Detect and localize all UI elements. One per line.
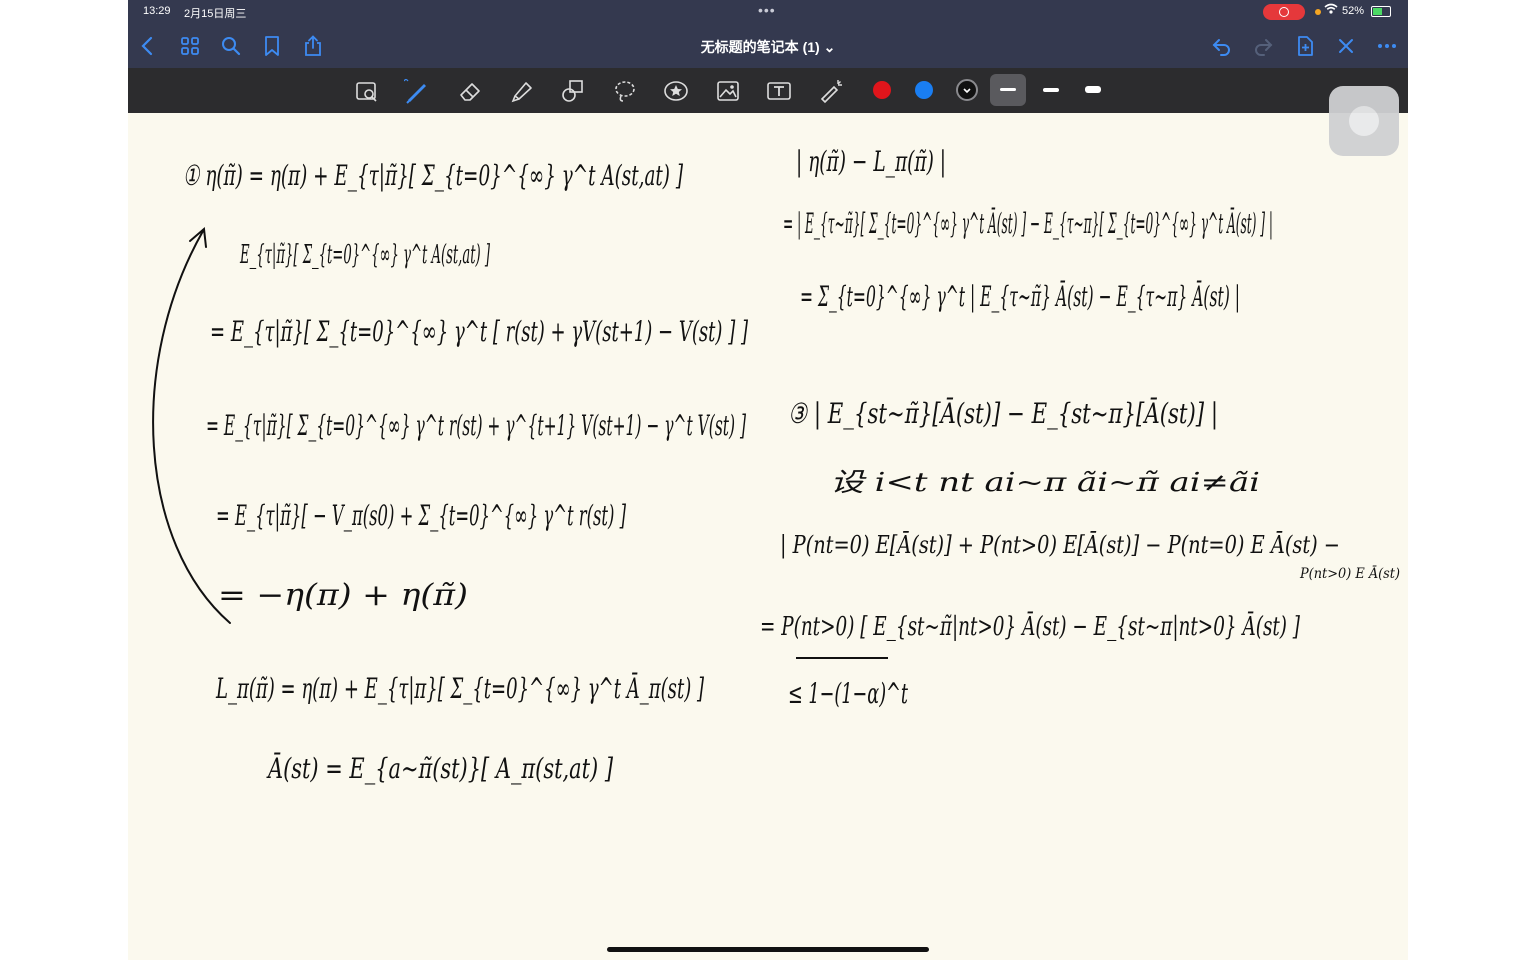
- redo-icon[interactable]: [1251, 34, 1275, 58]
- ipad-screen: 13:29 2月15日周三 ••• 52% 无标题的笔记本 (1) ⌄ ① η(…: [128, 0, 1408, 960]
- thin-stroke-option[interactable]: [990, 74, 1026, 106]
- eraser-icon[interactable]: [457, 78, 483, 104]
- status-date: 2月15日周三: [184, 8, 247, 20]
- note-line: | P(nt=0) E[Ā(st)] + P(nt>0) E[Ā(st)] − …: [780, 531, 1340, 560]
- note-line: ≤ 1−(1−α)^t: [788, 677, 908, 710]
- note-line: = Σ_{t=0}^{∞} γ^t | E_{τ~π̃} Ā(st) − E_{…: [800, 280, 1240, 313]
- drawing-toolbar: [128, 68, 1408, 113]
- lasso-icon[interactable]: [612, 78, 638, 104]
- handwriting-canvas[interactable]: ① η(π̃) = η(π) + E_{τ|π̃}[ Σ_{t=0}^{∞} γ…: [128, 113, 1408, 960]
- undo-icon[interactable]: [1210, 34, 1234, 58]
- add-page-icon[interactable]: [1293, 34, 1317, 58]
- note-line: = −η(π) + η(π̃): [218, 578, 468, 613]
- note-line: ① η(π̃) = η(π) + E_{τ|π̃}[ Σ_{t=0}^{∞} γ…: [183, 159, 683, 192]
- zoom-window-icon[interactable]: [354, 78, 380, 104]
- image-icon[interactable]: [715, 78, 741, 104]
- status-time: 13:29: [143, 5, 171, 17]
- shapes-icon[interactable]: [560, 78, 586, 104]
- assistive-touch-button[interactable]: [1329, 86, 1399, 156]
- battery-icon: [1371, 6, 1391, 17]
- battery-percent: 52%: [1342, 5, 1365, 17]
- mic-indicator-icon: [1315, 9, 1321, 15]
- status-bar: 13:29 2月15日周三 ••• 52%: [128, 0, 1408, 24]
- note-line: L_π(π̃) = η(π) + E_{τ|π}[ Σ_{t=0}^{∞} γ^…: [215, 672, 704, 705]
- sticker-icon[interactable]: [663, 78, 689, 104]
- note-line: = E_{τ|π̃}[ Σ_{t=0}^{∞} γ^t [ r(st) + γV…: [210, 315, 748, 348]
- text-box-icon[interactable]: [766, 78, 792, 104]
- thick-stroke-option[interactable]: [1075, 74, 1111, 106]
- note-line: E_{τ|π̃}[ Σ_{t=0}^{∞} γ^t A(st,at) ]: [239, 240, 490, 270]
- pen-tool-icon[interactable]: [403, 78, 430, 104]
- screen-recording-icon[interactable]: [1263, 4, 1305, 20]
- home-indicator[interactable]: [607, 947, 929, 952]
- note-line: | η(π̃) − L_π(π̃) |: [796, 145, 946, 178]
- right-notes: | η(π̃) − L_π(π̃) | = | E_{τ~π̃}[ Σ_{t=0…: [760, 145, 1400, 710]
- note-line: = E_{τ|π̃}[ Σ_{t=0}^{∞} γ^t r(st) + γ^{t…: [206, 409, 746, 442]
- blue-color-swatch[interactable]: [915, 81, 933, 99]
- note-line: = E_{τ|π̃}[ − V_π(s0) + Σ_{t=0}^{∞} γ^t …: [216, 499, 626, 532]
- wifi-icon: [1324, 3, 1338, 18]
- left-notes: ① η(π̃) = η(π) + E_{τ|π̃}[ Σ_{t=0}^{∞} γ…: [152, 159, 748, 785]
- note-line: = P(nt>0) [ E_{st~π̃|nt>0} Ā(st) − E_{st…: [760, 611, 1301, 642]
- note-line: ③ | E_{st~π̃}[Ā(st)] − E_{st~π}[Ā(st)] |: [788, 397, 1218, 430]
- multitask-dots-icon[interactable]: •••: [758, 2, 776, 18]
- note-line: 设 i<t nt ai~π ãi~π̃ ai≠ãi: [830, 468, 1260, 498]
- note-line: = | E_{τ~π̃}[ Σ_{t=0}^{∞} γ^t Ā(st) ] − …: [783, 207, 1273, 240]
- red-color-swatch[interactable]: [873, 81, 891, 99]
- nav-bar: 无标题的笔记本 (1) ⌄: [128, 24, 1408, 68]
- note-line: P(nt>0) E Ā(st): [1299, 564, 1400, 582]
- laser-pointer-icon[interactable]: [818, 78, 844, 104]
- close-icon[interactable]: [1334, 34, 1358, 58]
- note-line: Ā(st) = E_{a~π̃(st)}[ A_π(st,at) ]: [266, 752, 613, 785]
- medium-stroke-option[interactable]: [1033, 74, 1069, 106]
- more-icon[interactable]: [1375, 34, 1399, 58]
- black-color-swatch[interactable]: [956, 79, 978, 101]
- highlighter-icon[interactable]: [509, 78, 535, 104]
